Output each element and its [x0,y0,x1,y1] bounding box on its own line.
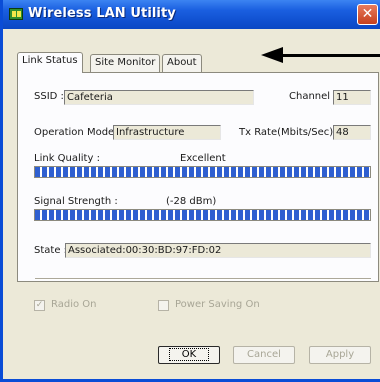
wireless-app-icon [9,8,23,20]
link-quality-fill [35,167,370,177]
cancel-button[interactable]: Cancel [233,346,295,364]
tab-link-status[interactable]: Link Status [17,52,83,73]
radio-on-checkbox[interactable]: ✓ [34,300,45,311]
link-quality-bar [34,166,371,178]
operation-mode-label: Operation Mode : [34,127,121,138]
arrow-shaft [281,54,380,57]
ssid-label: SSID : [34,91,64,102]
ok-button-label: OK [168,348,210,361]
signal-strength-label: Signal Strength : [34,196,118,207]
link-quality-value: Excellent [180,153,226,164]
app-window: Wireless LAN Utility ✕ Link Status Site … [0,0,380,382]
operation-mode-field: Infrastructure [113,125,221,140]
state-field: Associated:00:30:BD:97:FD:02 [65,243,371,258]
signal-strength-value: (-28 dBm) [166,196,217,207]
arrow-left-icon [261,47,283,63]
signal-strength-fill [35,210,370,220]
link-quality-label: Link Quality : [34,153,100,164]
channel-field: 11 [333,90,371,105]
radio-on-label: Radio On [51,299,97,310]
tx-rate-label: Tx Rate(Mbits/Sec) : [239,127,340,138]
tx-rate-field: 48 [333,125,371,140]
state-label: State : [34,245,68,256]
ssid-field: Cafeteria [64,90,254,105]
ok-button[interactable]: OK [158,346,220,364]
separator [35,278,371,280]
channel-label: Channel : [289,91,337,102]
apply-button[interactable]: Apply [309,346,371,364]
window-title: Wireless LAN Utility [28,6,176,21]
tab-about[interactable]: About [162,54,202,72]
power-saving-checkbox[interactable] [158,300,169,311]
title-bar[interactable]: Wireless LAN Utility ✕ [3,0,380,29]
power-saving-label: Power Saving On [175,299,260,310]
signal-strength-bar [34,209,371,221]
tab-site-monitor[interactable]: Site Monitor [90,54,161,72]
close-icon[interactable]: ✕ [357,4,378,25]
